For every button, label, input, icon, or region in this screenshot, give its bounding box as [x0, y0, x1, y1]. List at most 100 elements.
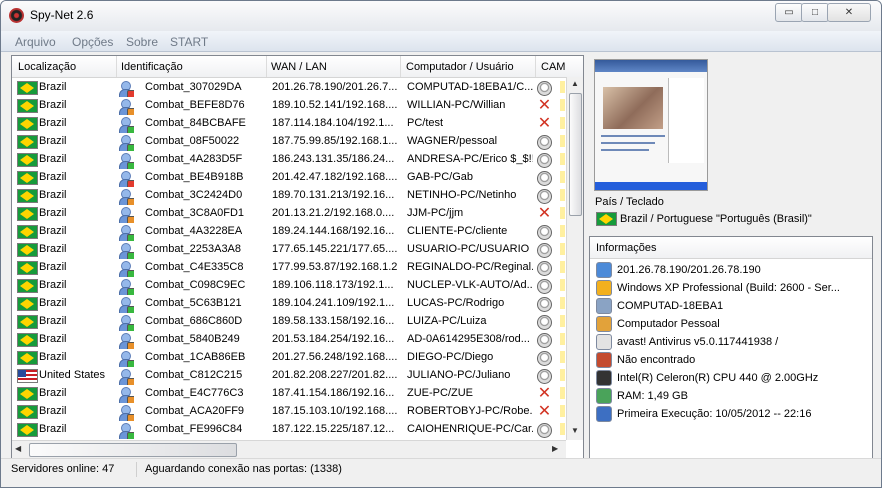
table-row[interactable]: Brazil Combat_1CAB86EB 201.27.56.248/192…	[12, 348, 566, 367]
row-computer-user: LUIZA-PC/Luiza	[407, 315, 487, 327]
table-row[interactable]: Brazil Combat_5840B249 201.53.184.254/19…	[12, 330, 566, 349]
table-row[interactable]: Brazil Combat_4A3228EA 189.24.144.168/19…	[12, 222, 566, 241]
country-label: País / Teclado	[595, 196, 664, 208]
minimize-button[interactable]: ▭	[775, 3, 803, 22]
row-wan-lan: 201.82.208.227/201.82....	[272, 369, 398, 381]
maximize-button[interactable]: □	[801, 3, 829, 22]
horizontal-scrollbar[interactable]: ◀ ▶	[12, 440, 566, 458]
cam-extra-icon	[560, 81, 565, 93]
table-row[interactable]: Brazil Combat_BE4B918B 201.42.47.182/192…	[12, 168, 566, 187]
client-icon	[118, 333, 134, 349]
row-wan-lan: 201.42.47.182/192.168....	[272, 171, 398, 183]
country-flag-icon	[17, 99, 38, 113]
scroll-up-arrow-icon[interactable]: ▲	[571, 79, 579, 88]
scroll-left-arrow-icon[interactable]: ◀	[15, 444, 21, 453]
info-row: Windows XP Professional (Build: 2600 - S…	[595, 279, 865, 297]
table-row[interactable]: Brazil Combat_2253A3A8 177.65.145.221/17…	[12, 240, 566, 259]
header-identificacao[interactable]: Identificação	[121, 61, 183, 73]
table-row[interactable]: Brazil Combat_4A283D5F 186.243.131.35/18…	[12, 150, 566, 169]
menu-start[interactable]: START	[170, 35, 208, 49]
table-row[interactable]: Brazil Combat_307029DA 201.26.78.190/201…	[12, 78, 566, 97]
cam-extra-icon	[560, 261, 565, 273]
client-icon	[118, 261, 134, 277]
no-webcam-x-icon: ✕	[537, 387, 552, 402]
cam-extra-icon	[560, 423, 565, 435]
country-flag-icon	[17, 189, 38, 203]
header-computador-usuario[interactable]: Computador / Usuário	[406, 61, 514, 73]
webcam-icon	[537, 279, 552, 294]
webcam-icon	[537, 369, 552, 384]
cam-extra-icon	[560, 405, 565, 417]
client-icon	[118, 405, 134, 421]
no-webcam-x-icon: ✕	[537, 117, 552, 132]
scroll-down-arrow-icon[interactable]: ▼	[571, 426, 579, 435]
country-flag-icon	[17, 225, 38, 239]
menu-sobre[interactable]: Sobre	[126, 35, 158, 49]
table-row[interactable]: United States Combat_C812C215 201.82.208…	[12, 366, 566, 385]
horizontal-scroll-thumb[interactable]	[29, 443, 237, 457]
info-value: Primeira Execução: 10/05/2012 -- 22:16	[617, 408, 812, 420]
table-row[interactable]: Brazil Combat_ACA20FF9 187.15.103.10/192…	[12, 402, 566, 421]
client-icon	[118, 297, 134, 313]
info-value: RAM: 1,49 GB	[617, 390, 688, 402]
servers-online-status: Servidores online: 47	[11, 463, 115, 475]
row-identification: Combat_2253A3A8	[145, 243, 242, 255]
row-identification: Combat_E4C776C3	[145, 387, 244, 399]
row-wan-lan: 201.53.184.254/192.16...	[272, 333, 395, 345]
table-row[interactable]: Brazil Combat_C098C9EC 189.106.118.173/1…	[12, 276, 566, 295]
row-identification: Combat_BE4B918B	[145, 171, 244, 183]
row-computer-user: REGINALDO-PC/Reginal...	[407, 261, 533, 273]
table-row[interactable]: Brazil Combat_5C63B121 189.104.241.109/1…	[12, 294, 566, 313]
table-row[interactable]: Brazil Combat_08F50022 187.75.99.85/192.…	[12, 132, 566, 151]
row-wan-lan: 189.58.133.158/192.16...	[272, 315, 395, 327]
vertical-scroll-thumb[interactable]	[569, 93, 582, 216]
row-wan-lan: 186.243.131.35/186.24...	[272, 153, 395, 165]
row-computer-user: COMPUTAD-18EBA1/C...	[407, 81, 533, 93]
table-row[interactable]: Brazil Combat_BEFE8D76 189.10.52.141/192…	[12, 96, 566, 115]
table-row[interactable]: Brazil Combat_84BCBAFE 187.114.184.104/1…	[12, 114, 566, 133]
country-keyboard-value: Brazil / Portuguese "Português (Brasil)"	[620, 213, 812, 225]
header-cam[interactable]: CAM	[541, 61, 565, 73]
cam-extra-icon	[560, 369, 565, 381]
cam-extra-icon	[560, 315, 565, 327]
info-header: Informações	[590, 237, 872, 259]
table-row[interactable]: Brazil Combat_3C8A0FD1 201.13.21.2/192.1…	[12, 204, 566, 223]
close-button[interactable]: ✕	[827, 3, 871, 22]
servers-grid[interactable]: Localização Identificação WAN / LAN Comp…	[11, 55, 584, 459]
row-country: Brazil	[39, 243, 67, 255]
row-country: Brazil	[39, 135, 67, 147]
header-localizacao[interactable]: Localização	[18, 61, 76, 73]
table-row[interactable]: Brazil Combat_3C2424D0 189.70.131.213/19…	[12, 186, 566, 205]
country-flag-icon	[17, 351, 38, 365]
table-row[interactable]: Brazil Combat_C4E335C8 177.99.53.87/192.…	[12, 258, 566, 277]
client-icon	[118, 387, 134, 403]
row-identification: Combat_307029DA	[145, 81, 242, 93]
desktop-thumbnail[interactable]	[594, 59, 708, 191]
row-country: United States	[39, 369, 106, 381]
table-row[interactable]: Brazil Combat_E4C776C3 187.41.154.186/19…	[12, 384, 566, 403]
header-divider	[535, 56, 536, 77]
info-row: RAM: 1,49 GB	[595, 387, 865, 405]
thumbnail-taskbar	[595, 182, 707, 190]
vertical-scrollbar[interactable]: ▲ ▼	[566, 77, 583, 440]
country-flag-icon	[17, 81, 38, 95]
menu-opcoes[interactable]: Opções	[72, 35, 113, 49]
port-status: Aguardando conexão nas portas: (1338)	[145, 463, 342, 475]
info-row: COMPUTAD-18EBA1	[595, 297, 865, 315]
menu-arquivo[interactable]: Arquivo	[15, 35, 56, 49]
row-identification: Combat_84BCBAFE	[145, 117, 246, 129]
row-computer-user: DIEGO-PC/Diego	[407, 351, 494, 363]
header-divider	[116, 56, 117, 77]
row-identification: Combat_08F50022	[145, 135, 240, 147]
row-wan-lan: 189.24.144.168/192.16...	[272, 225, 395, 237]
webcam-icon	[537, 243, 552, 258]
header-wan-lan[interactable]: WAN / LAN	[271, 61, 327, 73]
table-row[interactable]: Brazil Combat_686C860D 189.58.133.158/19…	[12, 312, 566, 331]
scroll-right-arrow-icon[interactable]: ▶	[552, 444, 558, 453]
thumbnail-browser-bar	[595, 60, 707, 72]
cam-extra-icon	[560, 207, 565, 219]
country-flag-icon	[17, 261, 38, 275]
country-flag-icon	[17, 153, 38, 167]
row-country: Brazil	[39, 315, 67, 327]
table-row[interactable]: Brazil Combat_FE996C84 187.122.15.225/18…	[12, 420, 566, 439]
